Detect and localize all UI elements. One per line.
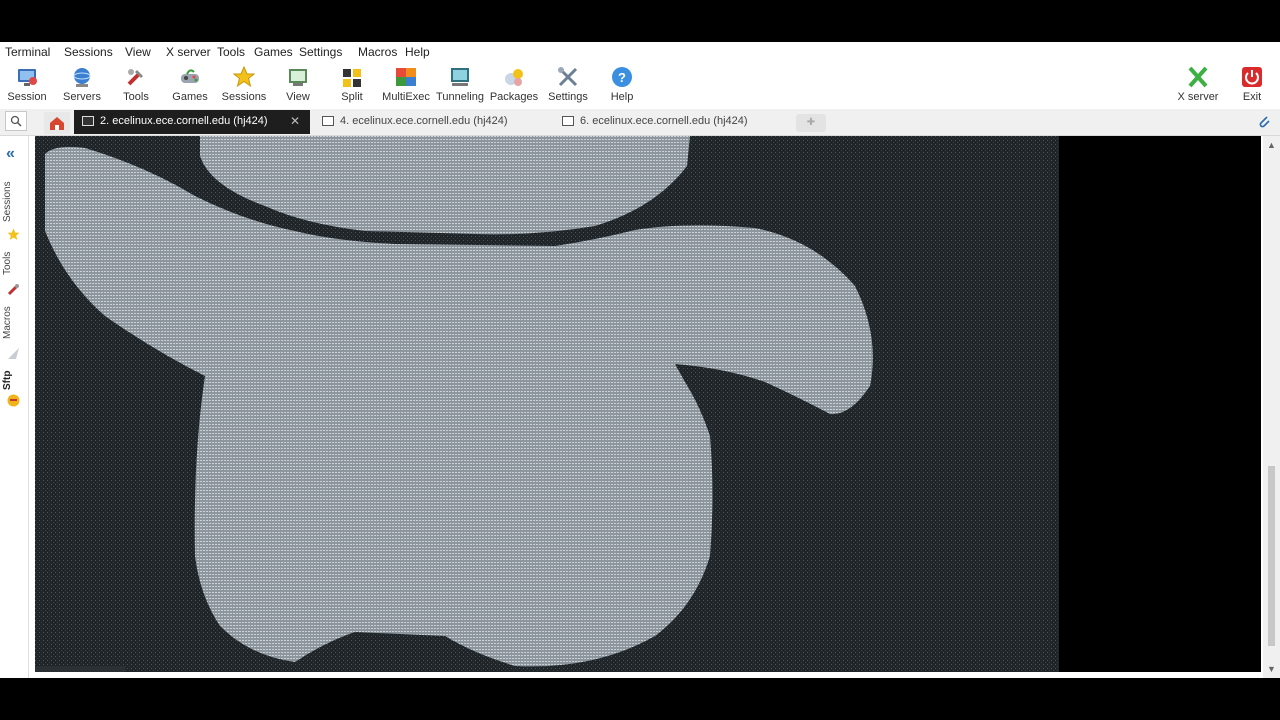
split-button[interactable]: Split: [325, 64, 379, 106]
mobaxterm-window: Terminal Sessions View X server Tools Ga…: [0, 42, 1280, 678]
menu-settings[interactable]: Settings: [299, 45, 342, 59]
tab-session-4-label: 4. ecelinux.ece.cornell.edu (hj424): [340, 115, 508, 127]
home-icon: [50, 117, 64, 130]
paperclip-icon: [1259, 116, 1270, 128]
split-button-label: Split: [341, 91, 363, 103]
settings-icon: [557, 66, 579, 88]
quick-connect-button[interactable]: [5, 111, 27, 131]
scroll-down-icon[interactable]: ▼: [1267, 664, 1276, 674]
menu-games[interactable]: Games: [254, 45, 293, 59]
menu-tools[interactable]: Tools: [217, 45, 245, 59]
home-tab[interactable]: [44, 112, 70, 134]
menu-macros[interactable]: Macros: [358, 45, 397, 59]
terminal-icon: [322, 116, 334, 126]
games-icon: [179, 66, 201, 88]
svg-text:?: ?: [618, 70, 626, 85]
search-icon: [10, 115, 22, 127]
packages-icon: [503, 66, 525, 88]
packages-button[interactable]: Packages: [487, 64, 541, 106]
x-server-icon: [1187, 66, 1209, 88]
scrollbar-thumb[interactable]: [1268, 466, 1275, 646]
session-button-label: Session: [7, 91, 47, 103]
session-button[interactable]: Session: [0, 64, 54, 106]
ascii-art-image: [35, 136, 1059, 672]
scroll-up-icon[interactable]: ▲: [1267, 140, 1276, 150]
tunneling-icon: [449, 66, 471, 88]
packages-button-label: Packages: [489, 91, 539, 103]
terminal-output[interactable]: [35, 136, 1261, 672]
view-button[interactable]: View: [271, 64, 325, 106]
exit-button[interactable]: Exit: [1225, 64, 1279, 106]
toolbar: Session Servers Tools Games Sessions Vie…: [0, 62, 1280, 108]
sidebar-tab-tools[interactable]: Tools: [2, 246, 22, 280]
session-icon: [16, 66, 38, 88]
tools-icon: [125, 66, 147, 88]
sidebar-tab-macros[interactable]: Macros: [2, 302, 22, 344]
tools-button[interactable]: Tools: [109, 64, 163, 106]
split-icon: [341, 66, 363, 88]
help-button-label: Help: [610, 91, 634, 103]
tab-session-6-label: 6. ecelinux.ece.cornell.edu (hj424): [580, 115, 748, 127]
tab-session-6[interactable]: 6. ecelinux.ece.cornell.edu (hj424): [554, 110, 790, 134]
help-icon: ?: [611, 66, 633, 88]
video-letterbox-top: [0, 0, 1280, 42]
star-icon: [7, 228, 20, 241]
tools-icon: [7, 283, 20, 296]
macro-icon: [7, 347, 20, 360]
menu-sessions[interactable]: Sessions: [64, 45, 113, 59]
view-button-label: View: [286, 91, 310, 103]
power-icon: [1241, 66, 1263, 88]
menu-bar: Terminal Sessions View X server Tools Ga…: [0, 42, 1280, 62]
settings-button[interactable]: Settings: [541, 64, 595, 106]
sidebar-tab-sessions[interactable]: Sessions: [2, 176, 22, 228]
menu-terminal[interactable]: Terminal: [5, 45, 50, 59]
tab-session-2[interactable]: 2. ecelinux.ece.cornell.edu (hj424) ✕: [74, 110, 310, 134]
servers-button-label: Servers: [63, 91, 101, 103]
x-server-label: X server: [1177, 91, 1219, 103]
sidebar-tab-sftp[interactable]: Sftp: [2, 368, 22, 392]
attach-button[interactable]: [1256, 113, 1272, 131]
exit-label: Exit: [1242, 91, 1262, 103]
terminal-icon: [82, 116, 94, 126]
tools-button-label: Tools: [123, 91, 149, 103]
close-icon[interactable]: ✕: [290, 114, 300, 128]
tab-session-4[interactable]: 4. ecelinux.ece.cornell.edu (hj424): [314, 110, 550, 134]
menu-view[interactable]: View: [125, 45, 151, 59]
x-server-button[interactable]: X server: [1171, 64, 1225, 106]
new-tab-button[interactable]: ✚: [796, 114, 826, 132]
tab-session-2-label: 2. ecelinux.ece.cornell.edu (hj424): [100, 115, 268, 127]
terminal-icon: [562, 116, 574, 126]
tab-bar: 2. ecelinux.ece.cornell.edu (hj424) ✕ 4.…: [0, 109, 1280, 136]
double-chevron-left-icon: «: [6, 145, 15, 162]
art-status-line: [35, 666, 125, 672]
left-sidebar: « Sessions Tools Macros Sftp: [0, 136, 29, 678]
tunneling-button-label: Tunneling: [436, 91, 484, 103]
servers-icon: [71, 66, 93, 88]
view-icon: [287, 66, 309, 88]
tunneling-button[interactable]: Tunneling: [433, 64, 487, 106]
vertical-scrollbar[interactable]: ▲ ▼: [1263, 136, 1280, 678]
video-letterbox-bottom: [0, 678, 1280, 720]
settings-button-label: Settings: [548, 91, 588, 103]
games-button-label: Games: [172, 91, 208, 103]
collapse-sidebar-button[interactable]: «: [6, 146, 15, 162]
games-button[interactable]: Games: [163, 64, 217, 106]
multiexec-icon: [395, 66, 417, 88]
help-button[interactable]: ? Help: [595, 64, 649, 106]
menu-help[interactable]: Help: [405, 45, 430, 59]
sessions-button[interactable]: Sessions: [217, 64, 271, 106]
servers-button[interactable]: Servers: [55, 64, 109, 106]
multiexec-button[interactable]: MultiExec: [379, 64, 433, 106]
star-icon: [232, 65, 256, 88]
sftp-icon: [7, 394, 20, 407]
menu-x-server[interactable]: X server: [166, 45, 211, 59]
multiexec-button-label: MultiExec: [382, 91, 430, 103]
sessions-button-label: Sessions: [221, 91, 267, 103]
plus-icon: ✚: [806, 117, 816, 128]
